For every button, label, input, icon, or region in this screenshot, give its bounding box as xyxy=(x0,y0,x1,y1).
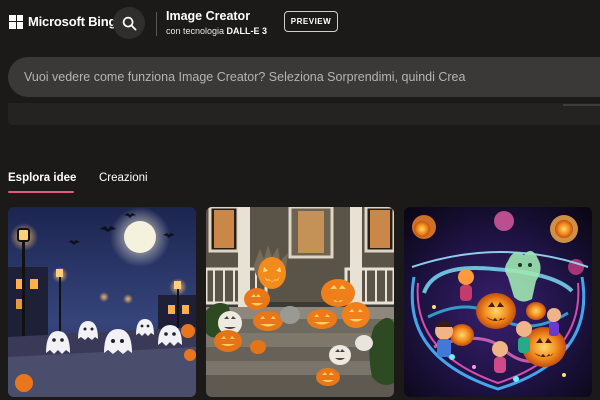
idea-card-porch-pumpkins[interactable] xyxy=(206,207,394,397)
idea-card-glowing-bowl[interactable] xyxy=(404,207,592,397)
prompt-strip-mark xyxy=(563,104,600,106)
tab-esplora-idee[interactable]: Esplora idee xyxy=(8,172,76,184)
search-icon xyxy=(122,16,136,30)
microsoft-bing-logo[interactable]: Microsoft Bing xyxy=(9,14,116,29)
microsoft-logo-icon xyxy=(9,14,23,29)
prompt-bar[interactable] xyxy=(8,57,600,97)
porch-pumpkins-image xyxy=(206,207,394,397)
prompt-input[interactable] xyxy=(24,70,584,84)
search-button[interactable] xyxy=(113,7,145,39)
top-bar: Microsoft Bing Image Creator con tecnolo… xyxy=(0,0,600,46)
app-subtitle-model: DALL-E 3 xyxy=(226,26,268,36)
idea-card-ghosts[interactable] xyxy=(8,207,196,397)
app-title: Image Creator xyxy=(166,9,251,23)
glowing-pumpkin-bowl-image xyxy=(404,207,592,397)
ghosts-night-street-image xyxy=(8,207,196,397)
app-subtitle-prefix: con tecnologia xyxy=(166,26,227,36)
tab-creazioni[interactable]: Creazioni xyxy=(99,172,148,184)
brand-name: Microsoft Bing xyxy=(28,14,117,29)
prompt-toolbar-strip xyxy=(8,103,600,125)
header-divider xyxy=(156,12,157,36)
preview-badge[interactable]: PREVIEW xyxy=(284,11,338,32)
app-subtitle: con tecnologia DALL-E 3 xyxy=(166,26,267,36)
active-tab-indicator xyxy=(8,191,74,193)
